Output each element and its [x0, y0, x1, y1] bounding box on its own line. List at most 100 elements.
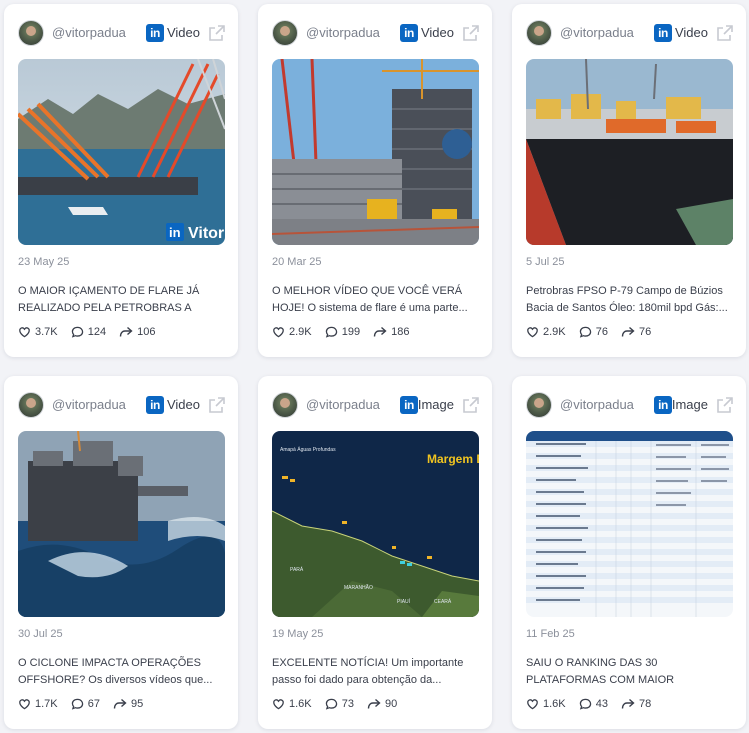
- shares-stat: 95: [113, 698, 143, 710]
- post-date: 11 Feb 25: [526, 628, 575, 640]
- linkedin-icon: in: [146, 24, 164, 42]
- post-thumbnail[interactable]: [272, 59, 479, 245]
- thumbnail-image: [272, 59, 479, 245]
- shares-count: 90: [385, 698, 398, 710]
- author-handle[interactable]: @vitorpadua: [306, 25, 380, 40]
- map-label-amapa: Amapá Águas Profundas: [280, 446, 336, 453]
- heart-icon: [527, 327, 538, 338]
- post-thumbnail[interactable]: [526, 431, 733, 617]
- avatar[interactable]: [18, 20, 44, 46]
- author-handle[interactable]: @vitorpadua: [52, 25, 126, 40]
- post-type-label: Video: [420, 25, 454, 40]
- author-handle[interactable]: @vitorpadua: [306, 397, 380, 412]
- post-text[interactable]: O CICLONE IMPACTA OPERAÇÕES OFFSHORE? Os…: [18, 655, 226, 689]
- external-link-icon[interactable]: [462, 24, 480, 42]
- post-type-label: Image: [417, 397, 454, 412]
- post-stats: 1.6K 73 90: [272, 698, 407, 714]
- post-type-label: Video: [166, 397, 200, 412]
- thumbnail-image: Margem E Amapá Águas Profundas PARÁ MARA…: [272, 431, 479, 617]
- shares-stat: 186: [373, 326, 409, 338]
- post-header: @vitorpadua in Video: [272, 18, 480, 50]
- post-card[interactable]: @vitorpadua in Video 5 Jul 25 Petrobras …: [512, 4, 746, 357]
- map-label-ceara: CEARÁ: [434, 598, 452, 605]
- linkedin-icon: in: [146, 396, 164, 414]
- shares-stat: 106: [119, 326, 155, 338]
- comments-stat: 124: [71, 326, 106, 338]
- likes-count: 1.6K: [289, 698, 312, 710]
- comments-count: 76: [595, 326, 608, 338]
- thumbnail-image: [526, 431, 733, 617]
- post-card[interactable]: @vitorpadua in Video 20 Mar 25 O MELHOR …: [258, 4, 492, 357]
- external-link-icon[interactable]: [208, 396, 226, 414]
- avatar[interactable]: [526, 392, 552, 418]
- shares-count: 186: [391, 326, 410, 338]
- post-date: 20 Mar 25: [272, 256, 322, 268]
- post-text[interactable]: Petrobras FPSO P-79 Campo de Búzios Baci…: [526, 283, 734, 317]
- likes-stat: 2.9K: [272, 326, 312, 338]
- post-stats: 2.9K 199 186: [272, 326, 419, 342]
- avatar[interactable]: [18, 392, 44, 418]
- post-type-label: Image: [671, 397, 708, 412]
- post-header: @vitorpadua in Video: [18, 390, 226, 422]
- map-label-piaui: PIAUÍ: [397, 598, 411, 605]
- comment-icon: [71, 326, 83, 338]
- likes-count: 2.9K: [289, 326, 312, 338]
- author-handle[interactable]: @vitorpadua: [560, 397, 634, 412]
- post-card[interactable]: @vitorpadua in Image Margem E Amapá Água…: [258, 376, 492, 729]
- post-stats: 1.6K 43 78: [526, 698, 661, 714]
- comments-stat: 76: [579, 326, 608, 338]
- linkedin-icon: in: [400, 24, 418, 42]
- post-thumbnail[interactable]: in Vitor: [18, 59, 225, 245]
- avatar[interactable]: [272, 392, 298, 418]
- author-handle[interactable]: @vitorpadua: [52, 397, 126, 412]
- comments-stat: 43: [579, 698, 608, 710]
- external-link-icon[interactable]: [208, 24, 226, 42]
- post-date: 19 May 25: [272, 628, 324, 640]
- linkedin-icon: in: [654, 396, 672, 414]
- post-card[interactable]: @vitorpadua in Image 11 Feb 25 SAIU O RA…: [512, 376, 746, 729]
- post-date: 30 Jul 25: [18, 628, 63, 640]
- thumbnail-image: [18, 431, 225, 617]
- svg-text:in: in: [169, 225, 181, 240]
- post-thumbnail[interactable]: [526, 59, 733, 245]
- comment-icon: [71, 698, 83, 710]
- comments-count: 67: [87, 698, 100, 710]
- post-text[interactable]: SAIU O RANKING DAS 30 PLATAFORMAS COM MA…: [526, 655, 734, 689]
- share-icon: [113, 698, 127, 709]
- post-card[interactable]: @vitorpadua in Video 30 Jul 25 O CICLONE…: [4, 376, 238, 729]
- avatar[interactable]: [526, 20, 552, 46]
- likes-count: 3.7K: [35, 326, 58, 338]
- post-stats: 1.7K 67 95: [18, 698, 153, 714]
- thumbnail-caption: Vitor: [188, 225, 224, 242]
- external-link-icon[interactable]: [462, 396, 480, 414]
- post-header: @vitorpadua in Video: [18, 18, 226, 50]
- post-type-label: Video: [166, 25, 200, 40]
- shares-count: 95: [131, 698, 144, 710]
- post-text[interactable]: O MELHOR VÍDEO QUE VOCÊ VERÁ HOJE! O sis…: [272, 283, 480, 317]
- shares-stat: 78: [621, 698, 651, 710]
- post-text[interactable]: O MAIOR IÇAMENTO DE FLARE JÁ REALIZADO P…: [18, 283, 226, 317]
- comment-icon: [325, 698, 337, 710]
- share-icon: [367, 698, 381, 709]
- post-stats: 3.7K 124 106: [18, 326, 165, 342]
- shares-count: 78: [639, 698, 652, 710]
- thumbnail-image: in Vitor: [18, 59, 225, 245]
- shares-count: 106: [137, 326, 156, 338]
- shares-count: 76: [639, 326, 652, 338]
- post-thumbnail[interactable]: Margem E Amapá Águas Profundas PARÁ MARA…: [272, 431, 479, 617]
- author-handle[interactable]: @vitorpadua: [560, 25, 634, 40]
- post-card[interactable]: @vitorpadua in Video in Vitor 23 May 25 …: [4, 4, 238, 357]
- avatar[interactable]: [272, 20, 298, 46]
- comment-icon: [579, 326, 591, 338]
- comments-count: 124: [87, 326, 107, 338]
- external-link-icon[interactable]: [716, 24, 734, 42]
- comments-count: 73: [341, 698, 354, 710]
- comments-stat: 73: [325, 698, 354, 710]
- post-text[interactable]: EXCELENTE NOTÍCIA! Um importante passo f…: [272, 655, 480, 689]
- external-link-icon[interactable]: [716, 396, 734, 414]
- comments-count: 199: [341, 326, 361, 338]
- post-thumbnail[interactable]: [18, 431, 225, 617]
- comments-stat: 67: [71, 698, 100, 710]
- post-date: 5 Jul 25: [526, 256, 565, 268]
- share-icon: [621, 698, 635, 709]
